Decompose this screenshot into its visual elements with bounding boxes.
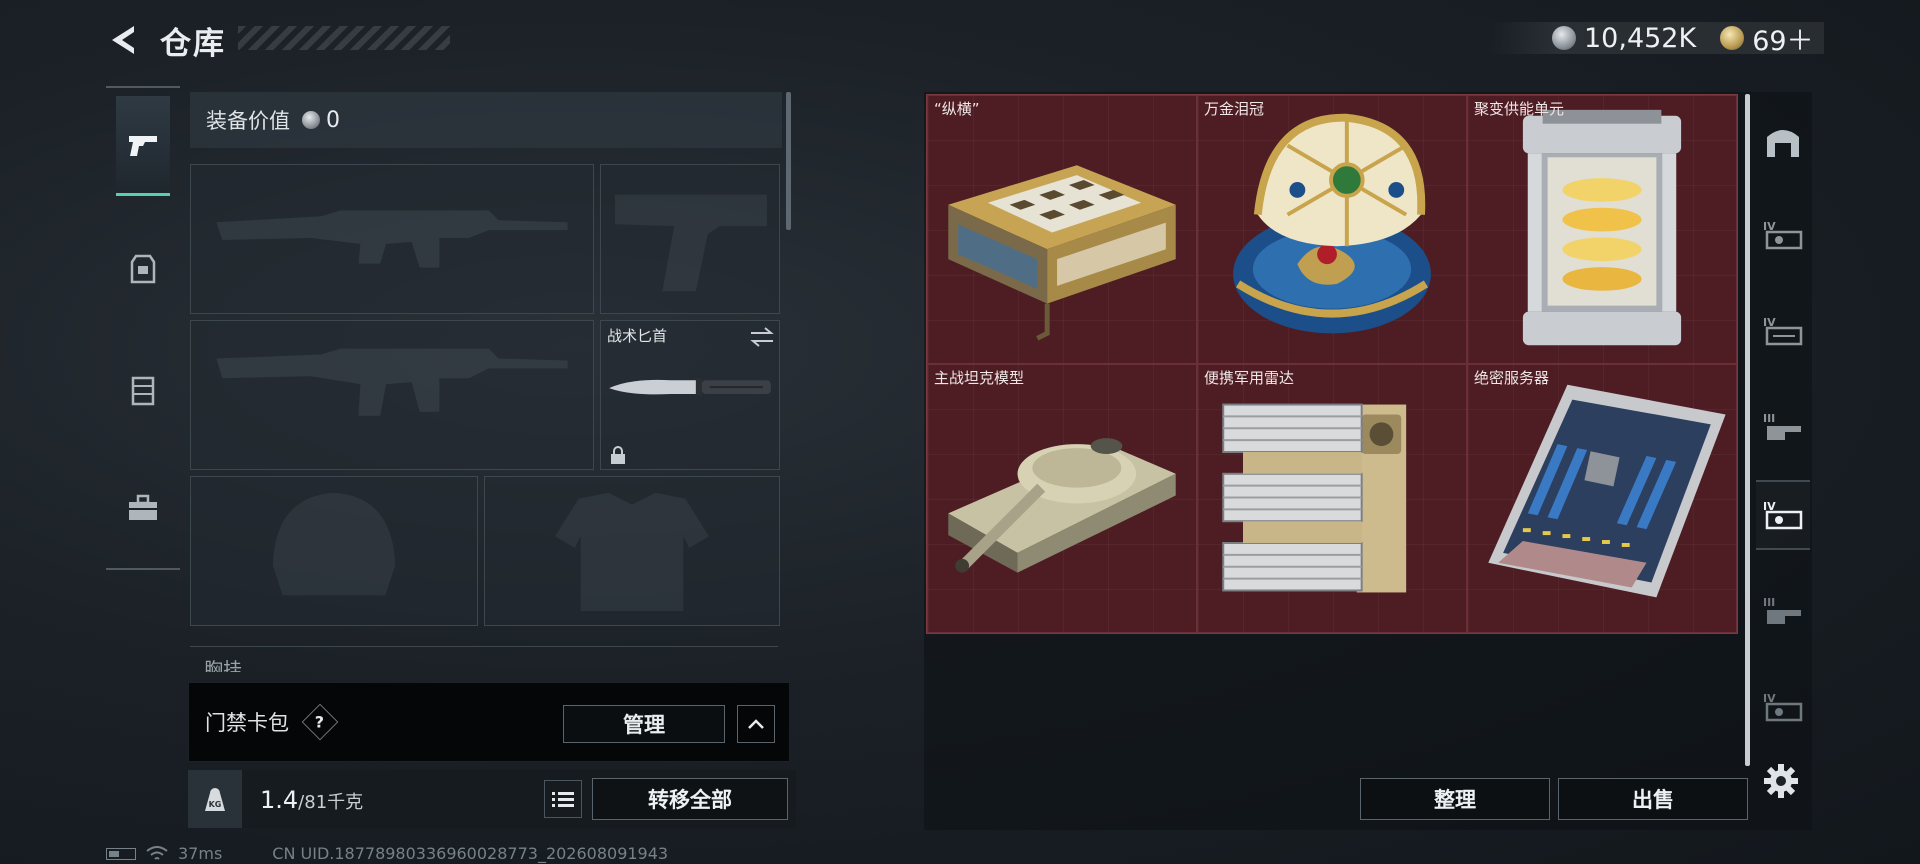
category-tier-4-a[interactable]: IV	[1756, 200, 1810, 270]
list-icon	[552, 792, 574, 807]
equipment-panel: 装备价值 0 战术匕首 胸挂	[186, 90, 792, 672]
chest-rig-section-label: 胸挂	[190, 646, 778, 672]
expansion-case-iv-icon: IV	[1763, 500, 1803, 530]
lock-icon	[611, 446, 625, 464]
rifle-silhouette-icon	[216, 210, 568, 268]
svg-text:III: III	[1763, 596, 1775, 609]
item-name: 万金泪冠	[1204, 100, 1265, 118]
radar-icon	[1222, 403, 1407, 593]
equipment-value: 0	[326, 107, 340, 133]
battery-icon	[106, 847, 136, 860]
storage-grid: “纵横” 万金泪冠 聚变供能单元 主战坦克模型 便携军用雷达 绝密服务器	[926, 94, 1738, 634]
page-title: 仓库	[160, 26, 226, 62]
armor-silhouette-icon	[555, 492, 709, 612]
server-icon	[1488, 384, 1726, 598]
sidearm-slot[interactable]	[600, 164, 780, 314]
category-all[interactable]	[1756, 106, 1810, 176]
uid-text: CN UID.18778980336960028773_202608091943	[272, 844, 669, 863]
list-view-button[interactable]	[544, 780, 582, 818]
title-decoration	[238, 26, 450, 50]
currency-bar: 10,452K 69＋	[1488, 22, 1824, 57]
chest-rig-icon	[131, 376, 155, 406]
equipment-scrollbar[interactable]	[786, 92, 791, 230]
equipment-value-header: 装备价值 0	[190, 92, 782, 148]
item-name: 主战坦克模型	[934, 369, 1025, 387]
helmet-silhouette-icon	[272, 492, 396, 596]
weight-bar: KG 1.4/81千克 转移全部	[188, 770, 796, 828]
settings-gear-icon[interactable]	[1762, 762, 1800, 800]
pistol-silhouette-icon	[615, 194, 767, 292]
sort-button[interactable]: 整理	[1360, 778, 1550, 820]
silver-coin-icon	[1552, 26, 1576, 50]
category-tier-3-b[interactable]: III	[1756, 576, 1810, 646]
storage-item[interactable]: “纵横”	[927, 95, 1197, 364]
transfer-all-button[interactable]: 转移全部	[592, 778, 788, 820]
category-tier-4-selected[interactable]: IV	[1756, 480, 1810, 550]
armor-vest-icon	[130, 254, 156, 284]
gold-coin-icon	[1720, 26, 1745, 50]
primary-weapon-slot-2[interactable]	[190, 320, 594, 470]
expansion-case-iii-icon: III	[1763, 412, 1801, 440]
storage-item[interactable]: 万金泪冠	[1197, 95, 1467, 364]
manage-button[interactable]: 管理	[563, 705, 725, 743]
item-name: “纵横”	[934, 100, 980, 118]
rifle-silhouette-icon	[216, 348, 568, 416]
sell-button[interactable]: 出售	[1558, 778, 1748, 820]
tab-chest-rig[interactable]	[116, 340, 170, 440]
chevron-up-icon	[748, 719, 764, 729]
storage-item[interactable]: 绝密服务器	[1467, 364, 1737, 633]
chess-box-icon	[948, 165, 1176, 341]
storage-scrollbar[interactable]	[1745, 94, 1750, 766]
silver-currency-amount: 10,452K	[1584, 22, 1697, 54]
tab-backpack[interactable]	[116, 458, 170, 558]
helmet-slot[interactable]	[190, 476, 478, 626]
fusion-cell-icon	[1522, 109, 1682, 346]
briefcase-icon	[129, 494, 157, 520]
item-name: 便携军用雷达	[1204, 369, 1295, 387]
carry-weight: 1.4/81千克	[260, 786, 363, 814]
body-armor-slot[interactable]	[484, 476, 780, 626]
pistol-icon	[129, 135, 157, 156]
category-tier-4-b[interactable]: IV	[1756, 296, 1810, 366]
ping-value: 37ms	[178, 844, 223, 863]
expansion-case-iv-icon: IV	[1763, 220, 1803, 250]
swap-icon[interactable]	[749, 327, 775, 347]
tab-weapons[interactable]	[116, 96, 170, 196]
access-card-label: 门禁卡包	[205, 711, 289, 735]
carry-weight-current: 1.4	[260, 786, 299, 814]
primary-weapon-slot-1[interactable]	[190, 164, 594, 314]
knife-slot[interactable]: 战术匕首	[600, 320, 780, 470]
tab-armor[interactable]	[116, 220, 170, 320]
equipment-value-label: 装备价值	[206, 109, 290, 133]
back-arrow-icon[interactable]	[104, 20, 144, 60]
svg-text:III: III	[1763, 412, 1775, 425]
svg-text:KG: KG	[209, 800, 222, 809]
loadout-tab-rail	[106, 86, 180, 570]
silver-coin-icon	[302, 111, 320, 129]
expansion-case-iv-icon: IV	[1763, 316, 1803, 346]
expansion-case-iii-icon: III	[1763, 596, 1801, 624]
storage-item[interactable]: 聚变供能单元	[1467, 95, 1737, 364]
weight-kg-icon: KG	[188, 770, 242, 828]
help-icon[interactable]: ?	[301, 703, 339, 741]
gold-currency-amount[interactable]: 69＋	[1752, 19, 1813, 58]
collapse-button[interactable]	[737, 705, 775, 743]
tank-model-icon	[948, 438, 1176, 573]
storage-category-rail: IV IV III IV III IV	[1754, 94, 1812, 766]
storage-item[interactable]: 主战坦克模型	[927, 364, 1197, 633]
storage-item[interactable]: 便携军用雷达	[1197, 364, 1467, 633]
item-name: 绝密服务器	[1474, 369, 1550, 387]
category-tier-4-c[interactable]: IV	[1756, 672, 1810, 742]
wifi-icon	[146, 845, 168, 860]
access-card-bar: 门禁卡包 ? 管理	[188, 682, 790, 762]
warehouse-icon	[1767, 130, 1799, 157]
item-name: 聚变供能单元	[1474, 100, 1565, 118]
carry-weight-max: /81千克	[298, 792, 364, 813]
expansion-case-iv-icon: IV	[1763, 692, 1803, 722]
status-bar: 37ms CN UID.18778980336960028773_2026080…	[106, 844, 668, 863]
category-tier-3-a[interactable]: III	[1756, 392, 1810, 462]
jeweled-egg-icon	[1233, 113, 1431, 334]
